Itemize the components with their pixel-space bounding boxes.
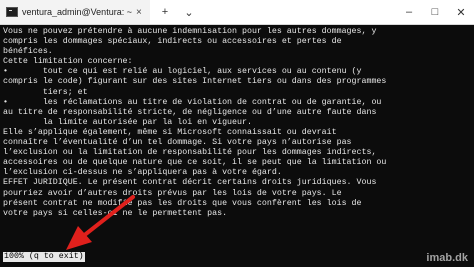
arrow-shaft: [80, 195, 135, 239]
watermark-logo: imab.dk: [426, 252, 468, 264]
arrow-head: [66, 226, 92, 250]
red-arrow-annotation: [66, 195, 135, 250]
